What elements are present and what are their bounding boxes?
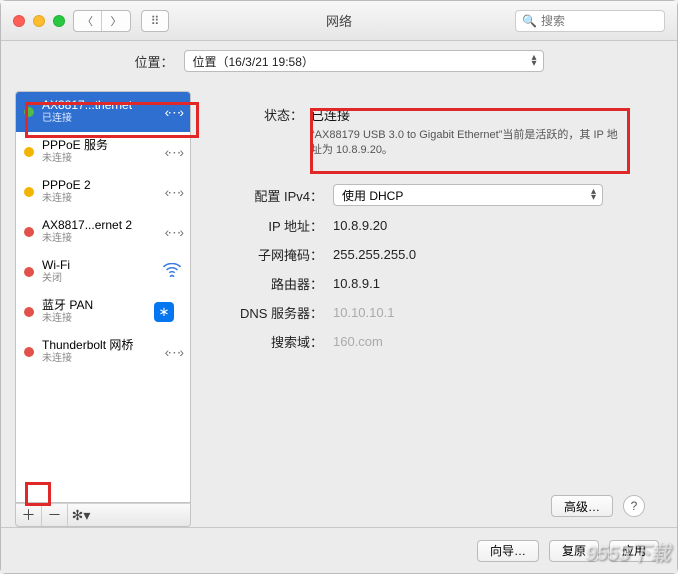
- status-dot: [24, 147, 34, 157]
- searchdomain-value: 160.com: [333, 334, 383, 349]
- ip-value: 10.8.9.20: [333, 218, 387, 233]
- sidebar-item-wifi[interactable]: Wi-Fi 关闭: [16, 252, 190, 292]
- item-text: Thunderbolt 网桥 未连接: [42, 338, 146, 366]
- sidebar-item-pppoe-service[interactable]: PPPoE 服务 未连接 ‹⋯›: [16, 132, 190, 172]
- chevron-right-icon: 〉: [111, 13, 122, 29]
- config-ipv4-value: 使用 DHCP: [342, 187, 403, 204]
- content-area: AX8817...thernet 已连接 ‹⋯› PPPoE 服务 未连接 ‹⋯…: [1, 81, 677, 527]
- sidebar-toolbar: ＋ － ✻▾: [15, 503, 191, 527]
- status-dot: [24, 307, 34, 317]
- config-ipv4-label: 配置 IPv4：: [203, 186, 333, 205]
- item-name: 蓝牙 PAN: [42, 298, 146, 312]
- updown-icon: ▴▾: [531, 55, 536, 67]
- searchdomain-label: 搜索域：: [203, 332, 333, 351]
- search-field[interactable]: 🔍: [515, 10, 665, 32]
- show-all-button[interactable]: ⠿: [141, 10, 169, 32]
- item-sub: 未连接: [42, 312, 146, 326]
- forward-button[interactable]: 〉: [102, 11, 130, 31]
- status-dot: [24, 187, 34, 197]
- footer: 向导… 复原 应用: [1, 527, 677, 573]
- item-sub: 未连接: [42, 232, 146, 246]
- location-label: 位置：: [134, 52, 173, 71]
- remove-interface-button[interactable]: －: [42, 504, 68, 526]
- window-controls: [13, 15, 65, 27]
- sidebar-item-pppoe-2[interactable]: PPPoE 2 未连接 ‹⋯›: [16, 172, 190, 212]
- item-text: PPPoE 服务 未连接: [42, 138, 146, 166]
- item-name: PPPoE 服务: [42, 138, 146, 152]
- watermark-text: 9553下载: [586, 537, 671, 566]
- item-text: AX8817...thernet 已连接: [42, 98, 146, 126]
- window-title: 网络: [326, 11, 352, 30]
- zoom-window-button[interactable]: [53, 15, 65, 27]
- search-icon: 🔍: [522, 14, 537, 28]
- network-preferences-window: 〈 〉 ⠿ 网络 🔍 位置： 位置（16/3/21 19:58） ▴▾ AX88…: [0, 0, 678, 574]
- bluetooth-icon: ∗: [154, 302, 182, 322]
- help-button[interactable]: ?: [623, 495, 645, 517]
- grid-icon: ⠿: [151, 14, 160, 28]
- status-box: 状态： 已连接 “AX88179 USB 3.0 to Gigabit Ethe…: [233, 99, 633, 164]
- item-sub: 未连接: [42, 152, 146, 166]
- advanced-row: 高级… ?: [203, 495, 663, 527]
- config-rows: 配置 IPv4： 使用 DHCP ▴▾ IP 地址：10.8.9.20 子网掩码…: [203, 184, 663, 361]
- minimize-window-button[interactable]: [33, 15, 45, 27]
- item-sub: 未连接: [42, 352, 146, 366]
- status-dot: [24, 227, 34, 237]
- titlebar: 〈 〉 ⠿ 网络 🔍: [1, 1, 677, 41]
- add-interface-button[interactable]: ＋: [16, 504, 42, 526]
- item-text: PPPoE 2 未连接: [42, 178, 146, 206]
- sidebar-item-thunderbolt-bridge[interactable]: Thunderbolt 网桥 未连接 ‹⋯›: [16, 332, 190, 372]
- config-ipv4-select[interactable]: 使用 DHCP ▴▾: [333, 184, 603, 206]
- router-value: 10.8.9.1: [333, 276, 380, 291]
- mask-value: 255.255.255.0: [333, 247, 416, 262]
- updown-icon: ▴▾: [591, 189, 596, 201]
- status-label: 状态：: [243, 105, 303, 124]
- item-text: AX8817...ernet 2 未连接: [42, 218, 146, 246]
- ethernet-icon: ‹⋯›: [154, 344, 182, 361]
- ethernet-icon: ‹⋯›: [154, 224, 182, 241]
- item-text: 蓝牙 PAN 未连接: [42, 298, 146, 326]
- location-value: 位置（16/3/21 19:58）: [193, 53, 314, 70]
- item-name: AX8817...ernet 2: [42, 218, 146, 232]
- item-sub: 关闭: [42, 272, 146, 286]
- dns-value: 10.10.10.1: [333, 305, 394, 320]
- gear-icon: ✻▾: [72, 507, 91, 524]
- status-dot-connected: [24, 107, 34, 117]
- mask-label: 子网掩码：: [203, 245, 333, 264]
- status-dot: [24, 267, 34, 277]
- nav-back-forward-group: 〈 〉: [73, 10, 131, 32]
- ethernet-icon: ‹⋯›: [154, 184, 182, 201]
- ip-label: IP 地址：: [203, 216, 333, 235]
- wifi-icon: [154, 263, 182, 282]
- item-name: PPPoE 2: [42, 178, 146, 192]
- sidebar: AX8817...thernet 已连接 ‹⋯› PPPoE 服务 未连接 ‹⋯…: [15, 91, 191, 527]
- router-label: 路由器：: [203, 274, 333, 293]
- item-name: Thunderbolt 网桥: [42, 338, 146, 352]
- location-select[interactable]: 位置（16/3/21 19:58） ▴▾: [184, 50, 544, 72]
- item-name: AX8817...thernet: [42, 98, 146, 112]
- item-name: Wi-Fi: [42, 258, 146, 272]
- close-window-button[interactable]: [13, 15, 25, 27]
- search-input[interactable]: [541, 14, 651, 28]
- status-value: 已连接: [311, 105, 350, 124]
- interface-list[interactable]: AX8817...thernet 已连接 ‹⋯› PPPoE 服务 未连接 ‹⋯…: [15, 91, 191, 503]
- location-row: 位置： 位置（16/3/21 19:58） ▴▾: [1, 41, 677, 81]
- status-description: “AX88179 USB 3.0 to Gigabit Ethernet”当前是…: [311, 128, 623, 158]
- sidebar-item-ax88179-ethernet-2[interactable]: AX8817...ernet 2 未连接 ‹⋯›: [16, 212, 190, 252]
- actions-gear-button[interactable]: ✻▾: [68, 504, 94, 526]
- item-sub: 未连接: [42, 192, 146, 206]
- advanced-button[interactable]: 高级…: [551, 495, 613, 517]
- help-icon: ?: [631, 499, 638, 513]
- chevron-left-icon: 〈: [82, 13, 93, 29]
- main-panel: 状态： 已连接 “AX88179 USB 3.0 to Gigabit Ethe…: [203, 91, 663, 527]
- back-button[interactable]: 〈: [74, 11, 102, 31]
- item-sub: 已连接: [42, 112, 146, 126]
- sidebar-item-bluetooth-pan[interactable]: 蓝牙 PAN 未连接 ∗: [16, 292, 190, 332]
- wizard-button[interactable]: 向导…: [477, 540, 539, 562]
- sidebar-item-ax88179-ethernet[interactable]: AX8817...thernet 已连接 ‹⋯›: [16, 92, 190, 132]
- item-text: Wi-Fi 关闭: [42, 258, 146, 286]
- ethernet-icon: ‹⋯›: [154, 104, 182, 121]
- dns-label: DNS 服务器：: [203, 303, 333, 322]
- ethernet-icon: ‹⋯›: [154, 144, 182, 161]
- status-dot: [24, 347, 34, 357]
